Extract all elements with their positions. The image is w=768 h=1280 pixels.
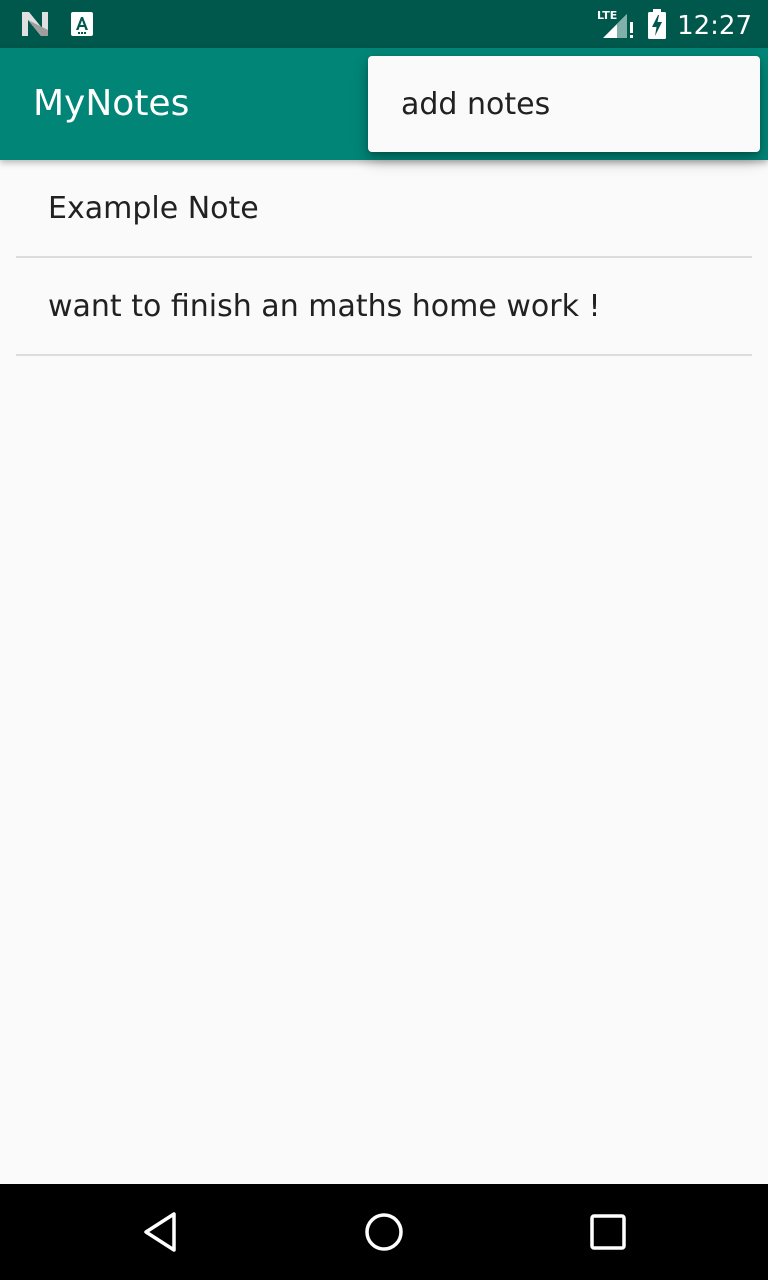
back-button[interactable] [134, 1208, 186, 1260]
recents-button[interactable] [582, 1208, 634, 1260]
list-item[interactable]: Example Note [16, 160, 752, 258]
status-bar: LTE 12:27 [0, 0, 768, 48]
navigation-bar [0, 1184, 768, 1280]
status-right-icons: LTE 12:27 [597, 8, 752, 44]
recents-icon [588, 1212, 628, 1256]
n-logo-icon [20, 10, 50, 42]
app-title: MyNotes [33, 83, 190, 124]
lte-label: LTE [597, 9, 617, 22]
home-button[interactable] [358, 1208, 410, 1260]
notes-list: Example Note want to finish an maths hom… [0, 160, 768, 356]
lte-signal-icon: LTE [597, 8, 637, 44]
menu-item-add-notes[interactable]: add notes [368, 56, 760, 152]
keyboard-a-icon [70, 11, 94, 41]
note-text: want to finish an maths home work ! [48, 288, 601, 324]
note-text: Example Note [48, 190, 259, 226]
status-clock: 12:27 [677, 11, 752, 41]
list-item[interactable]: want to finish an maths home work ! [16, 258, 752, 356]
home-icon [362, 1210, 406, 1258]
back-icon [140, 1210, 180, 1258]
status-left-icons [20, 10, 94, 42]
overflow-menu-popup: add notes [368, 56, 760, 152]
battery-charging-icon [647, 8, 667, 44]
